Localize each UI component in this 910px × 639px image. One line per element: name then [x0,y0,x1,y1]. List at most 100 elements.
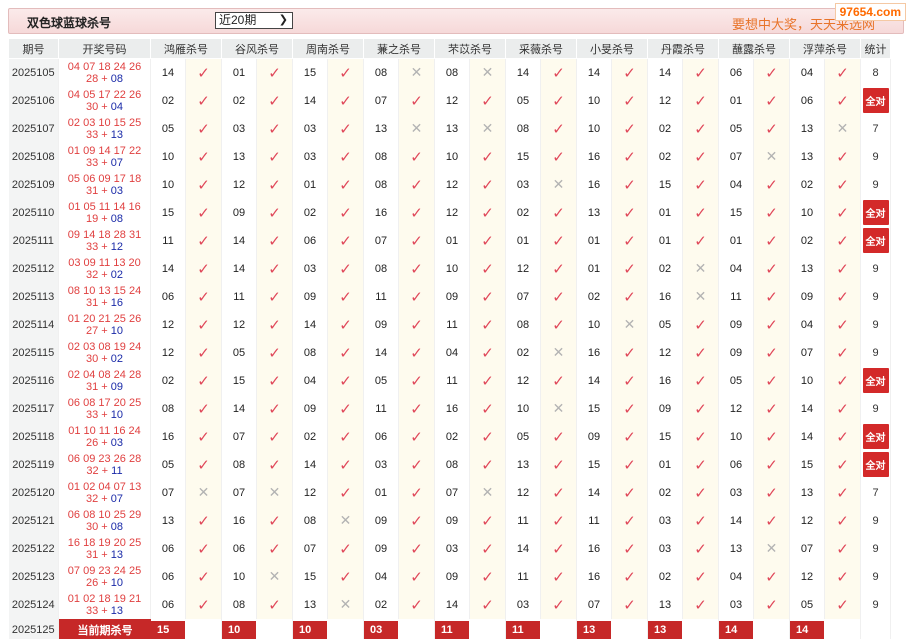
hit-mark: ✓ [327,86,364,115]
hit-mark: ✓ [540,114,577,143]
blue-ball: 13 [110,128,124,141]
hit-mark: ✓ [398,142,435,171]
check-icon: ✓ [268,64,281,82]
table-row: 2025117 06 08 17 20 25 33 + 10 08 ✓ 14 ✓ 09 ✓ 11 ✓… [8,394,891,423]
kill-number: 08 [292,338,328,367]
check-icon: ✓ [339,120,352,138]
kill-number: 08 [221,590,257,619]
column-header: 小旻杀号 [576,38,648,59]
check-icon: ✓ [552,428,565,446]
miss-mark: ✕ [185,478,222,507]
hit-mark: ✓ [824,254,861,283]
check-icon: ✓ [694,120,707,138]
hit-mark: ✓ [469,142,506,171]
hit-count: 全对 [860,422,891,451]
current-kill-cell: 10 [221,618,293,639]
check-icon: ✓ [623,204,636,222]
cross-icon: ✕ [552,400,565,416]
kill-number: 02 [647,114,683,143]
check-icon: ✓ [694,204,707,222]
kill-number: 13 [789,142,825,171]
hit-mark: ✓ [540,86,577,115]
miss-mark: ✕ [824,114,861,143]
kill-number: 09 [363,534,399,563]
kill-number: 03 [647,534,683,563]
kill-number: 08 [150,394,186,423]
kill-number: 02 [505,198,541,227]
kill-number: 04 [718,254,754,283]
kill-number: 08 [363,142,399,171]
hit-count: 8 [860,58,891,87]
red-ball-last-line: 33 + 10 [85,408,124,421]
check-icon: ✓ [339,428,352,446]
current-kill-cell: 11 [434,618,506,639]
red-balls: 08 10 13 15 24 [67,284,142,297]
kill-number: 13 [718,534,754,563]
kill-number: 06 [150,282,186,311]
check-icon: ✓ [268,456,281,474]
hit-mark: ✓ [682,114,719,143]
hit-mark: ✓ [327,338,364,367]
check-icon: ✓ [268,596,281,614]
check-icon: ✓ [765,232,778,250]
red-balls: 06 08 17 20 25 [67,396,142,409]
kill-number: 10 [434,142,470,171]
kill-number: 08 [505,114,541,143]
kill-number: 15 [718,198,754,227]
check-icon: ✓ [623,176,636,194]
hit-mark: ✓ [185,170,222,199]
kill-number: 15 [789,450,825,479]
check-icon: ✓ [623,148,636,166]
kill-number: 15 [576,450,612,479]
kill-number: 13 [221,142,257,171]
hit-mark: ✓ [824,58,861,87]
red-balls: 02 03 08 19 24 [67,340,142,353]
hit-mark: ✓ [824,478,861,507]
hit-mark: ✓ [256,114,293,143]
kill-number: 11 [434,310,470,339]
red-ball-last-line: 28 + 08 [85,72,124,85]
hit-mark: ✓ [185,282,222,311]
draw-numbers: 01 10 11 16 24 26 + 03 [58,422,151,451]
hit-mark: ✓ [256,282,293,311]
check-icon: ✓ [694,344,707,362]
hit-mark: ✓ [327,366,364,395]
hit-mark: ✓ [398,366,435,395]
kill-number: 01 [434,226,470,255]
kill-number: 16 [221,506,257,535]
kill-number: 09 [434,282,470,311]
check-icon: ✓ [836,344,849,362]
kill-number: 01 [718,86,754,115]
red-ball-last-line: 19 + 08 [85,212,124,225]
check-icon: ✓ [694,92,707,110]
check-icon: ✓ [197,316,210,334]
kill-number: 14 [221,254,257,283]
kill-number: 11 [718,282,754,311]
check-icon: ✓ [552,456,565,474]
kill-number: 14 [576,366,612,395]
hit-mark: ✓ [682,478,719,507]
hit-mark: ✓ [540,506,577,535]
red-balls: 03 09 11 13 20 [68,256,141,269]
check-icon: ✓ [694,428,707,446]
table-row: 2025119 06 09 23 26 28 32 + 11 05 ✓ 08 ✓ 14 ✓ 03 ✓… [8,450,891,479]
check-icon: ✓ [268,512,281,530]
kill-number: 02 [647,562,683,591]
kill-number: 14 [150,58,186,87]
hit-mark: ✓ [185,534,222,563]
blue-ball: 16 [110,296,124,309]
hit-mark: ✓ [185,310,222,339]
kill-number: 01 [576,254,612,283]
kill-number: 01 [576,226,612,255]
blue-ball: 12 [110,240,124,253]
check-icon: ✓ [694,232,707,250]
kill-number: 11 [363,394,399,423]
red-balls: 01 02 18 19 21 [67,592,142,605]
period-select[interactable]: 近20期 ❯ [215,12,293,29]
red-ball-last-line: 31 + 03 [85,184,124,197]
miss-mark: ✕ [540,170,577,199]
all-correct-badge: 全对 [862,424,889,449]
hit-mark: ✓ [753,450,790,479]
kill-number: 13 [789,478,825,507]
hit-mark: ✓ [185,590,222,619]
